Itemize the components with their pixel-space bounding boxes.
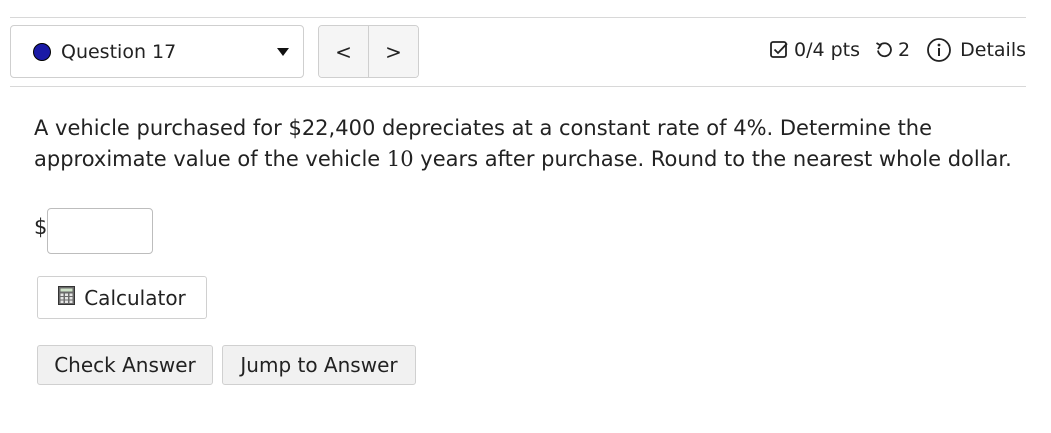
answer-input[interactable] — [47, 208, 153, 254]
top-divider — [10, 17, 1026, 18]
details-link[interactable]: Details — [960, 39, 1026, 61]
question-text: A vehicle purchased for $22,400 deprecia… — [34, 113, 1024, 175]
retries-count: 2 — [898, 39, 911, 61]
points-text: 0/4 pts — [794, 39, 861, 61]
next-question-button[interactable]: > — [368, 26, 418, 77]
question-status-dot — [33, 42, 51, 61]
question-meta: 0/4 pts 2 Details — [769, 37, 1026, 63]
info-icon[interactable] — [926, 37, 952, 63]
header-divider — [10, 86, 1026, 87]
question-years: 10 — [386, 147, 414, 171]
calculator-label: Calculator — [84, 285, 186, 310]
caret-down-icon — [277, 48, 289, 56]
answer-prefix: $ — [34, 215, 48, 239]
question-label: Question 17 — [61, 40, 177, 63]
calculator-icon — [58, 285, 76, 310]
calculator-button[interactable]: Calculator — [37, 276, 207, 319]
retry-icon — [874, 40, 894, 60]
check-answer-button[interactable]: Check Answer — [37, 345, 213, 385]
prev-question-button[interactable]: < — [319, 26, 368, 77]
jump-to-answer-button[interactable]: Jump to Answer — [222, 345, 416, 385]
question-selector[interactable]: Question 17 — [10, 25, 304, 78]
chevron-left-icon: < — [335, 39, 352, 64]
checkbox-icon — [769, 40, 789, 60]
chevron-right-icon: > — [385, 39, 402, 64]
question-nav: < > — [318, 25, 419, 78]
question-text-after: years after purchase. Round to the neare… — [413, 147, 1012, 171]
